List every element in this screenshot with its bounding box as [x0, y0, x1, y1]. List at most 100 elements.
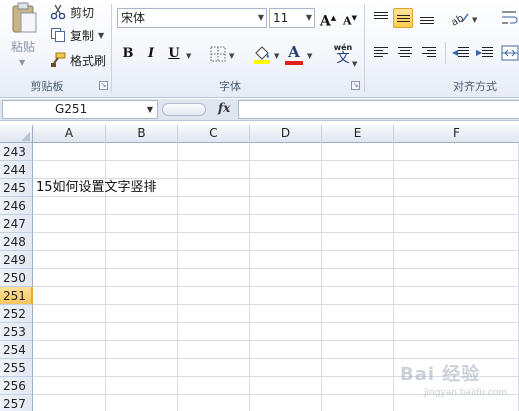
cell-c[interactable]	[178, 269, 250, 287]
decrease-indent-button[interactable]: ◀	[451, 42, 471, 62]
cell-c[interactable]	[178, 215, 250, 233]
cell-b[interactable]	[106, 359, 178, 377]
cell-c[interactable]	[178, 197, 250, 215]
orientation-icon[interactable]: ab	[450, 10, 472, 26]
cell-a[interactable]	[33, 197, 106, 215]
bottom-align-button[interactable]	[417, 8, 437, 28]
row-header[interactable]: 252	[0, 305, 33, 323]
cell-b[interactable]	[106, 341, 178, 359]
row-header[interactable]: 254	[0, 341, 33, 359]
cell-f[interactable]	[394, 179, 519, 197]
cell-e[interactable]	[322, 179, 394, 197]
row-header[interactable]: 244	[0, 161, 33, 179]
cell-f[interactable]	[394, 215, 519, 233]
cell-c[interactable]	[178, 161, 250, 179]
formula-cancel-enter-control[interactable]	[162, 103, 206, 116]
cell-e[interactable]	[322, 377, 394, 395]
cell-e[interactable]	[322, 215, 394, 233]
cell-e[interactable]	[322, 143, 394, 161]
row-header[interactable]: 257	[0, 395, 33, 411]
cell-f[interactable]	[394, 233, 519, 251]
cell-b[interactable]	[106, 233, 178, 251]
cell-d[interactable]	[250, 215, 322, 233]
cell-f[interactable]	[394, 197, 519, 215]
cell-d[interactable]	[250, 233, 322, 251]
row-header[interactable]: 256	[0, 377, 33, 395]
cell-a[interactable]	[33, 215, 106, 233]
row-header[interactable]: 255	[0, 359, 33, 377]
cell-d[interactable]	[250, 377, 322, 395]
fill-color-icon[interactable]	[253, 44, 271, 64]
borders-dropdown-icon[interactable]: ▼	[229, 52, 234, 60]
cell-a[interactable]	[33, 359, 106, 377]
row-header[interactable]: 243	[0, 143, 33, 161]
cell-f[interactable]	[394, 323, 519, 341]
cell-d[interactable]	[250, 143, 322, 161]
cell-c[interactable]	[178, 359, 250, 377]
paste-button-label[interactable]: 粘贴	[11, 38, 35, 55]
cell-b[interactable]	[106, 215, 178, 233]
cell-e[interactable]	[322, 341, 394, 359]
cell-e[interactable]	[322, 305, 394, 323]
cell-e[interactable]	[322, 161, 394, 179]
cell-c[interactable]	[178, 287, 250, 305]
middle-align-button[interactable]	[393, 8, 413, 28]
column-header-b[interactable]: B	[106, 125, 178, 143]
insert-function-icon[interactable]: fx	[218, 101, 230, 115]
format-painter-button[interactable]: 格式刷	[50, 50, 106, 70]
cell-a[interactable]	[33, 287, 106, 305]
wrap-text-icon[interactable]	[500, 8, 518, 28]
cell-b[interactable]	[106, 305, 178, 323]
cell-d[interactable]	[250, 395, 322, 411]
font-size-select[interactable]: 11 ▼	[269, 8, 315, 28]
grow-font-button[interactable]: A▲	[318, 8, 338, 30]
cell-a[interactable]	[33, 269, 106, 287]
column-header-f[interactable]: F	[394, 125, 519, 143]
name-box[interactable]: G251 ▼	[2, 100, 158, 119]
cell-c[interactable]	[178, 377, 250, 395]
font-launcher-icon[interactable]: ↘	[351, 81, 360, 90]
cell-e[interactable]	[322, 233, 394, 251]
cell-a[interactable]	[33, 395, 106, 411]
cell-b[interactable]	[106, 251, 178, 269]
font-name-select[interactable]: 宋体 ▼	[117, 8, 267, 28]
cell-a[interactable]	[33, 341, 106, 359]
cell-f[interactable]	[394, 287, 519, 305]
cell-b[interactable]	[106, 287, 178, 305]
cell-d[interactable]	[250, 269, 322, 287]
cell-c[interactable]	[178, 305, 250, 323]
row-header[interactable]: 248	[0, 233, 33, 251]
cell-e[interactable]	[322, 251, 394, 269]
align-center-button[interactable]	[395, 42, 415, 62]
font-name-dropdown-icon[interactable]: ▼	[258, 9, 264, 27]
shrink-font-button[interactable]: A▼	[340, 8, 360, 28]
cell-d[interactable]	[250, 161, 322, 179]
cell-e[interactable]	[322, 197, 394, 215]
row-header[interactable]: 247	[0, 215, 33, 233]
cell-b[interactable]	[106, 269, 178, 287]
merge-center-icon[interactable]	[501, 44, 519, 62]
cell-b[interactable]	[106, 197, 178, 215]
cell-c[interactable]	[178, 251, 250, 269]
top-align-button[interactable]	[371, 8, 391, 28]
row-header[interactable]: 251	[0, 287, 33, 305]
cell-f[interactable]	[394, 161, 519, 179]
cell-a[interactable]	[33, 161, 106, 179]
cell-d[interactable]	[250, 359, 322, 377]
cell-f[interactable]	[394, 143, 519, 161]
increase-indent-button[interactable]: ▶	[475, 42, 495, 62]
cell-b[interactable]	[106, 395, 178, 411]
copy-button[interactable]: 复制 ▼	[50, 25, 104, 45]
cell-e[interactable]	[322, 359, 394, 377]
cell-c[interactable]	[178, 341, 250, 359]
column-header-a[interactable]: A	[33, 125, 106, 143]
underline-dropdown-icon[interactable]: ▼	[186, 52, 191, 60]
cell-a[interactable]	[33, 143, 106, 161]
cell-e[interactable]	[322, 323, 394, 341]
cell-f[interactable]	[394, 269, 519, 287]
cell-a[interactable]	[33, 233, 106, 251]
row-header[interactable]: 249	[0, 251, 33, 269]
cell-c[interactable]	[178, 233, 250, 251]
row-header[interactable]: 245	[0, 179, 33, 197]
cell-d[interactable]	[250, 179, 322, 197]
